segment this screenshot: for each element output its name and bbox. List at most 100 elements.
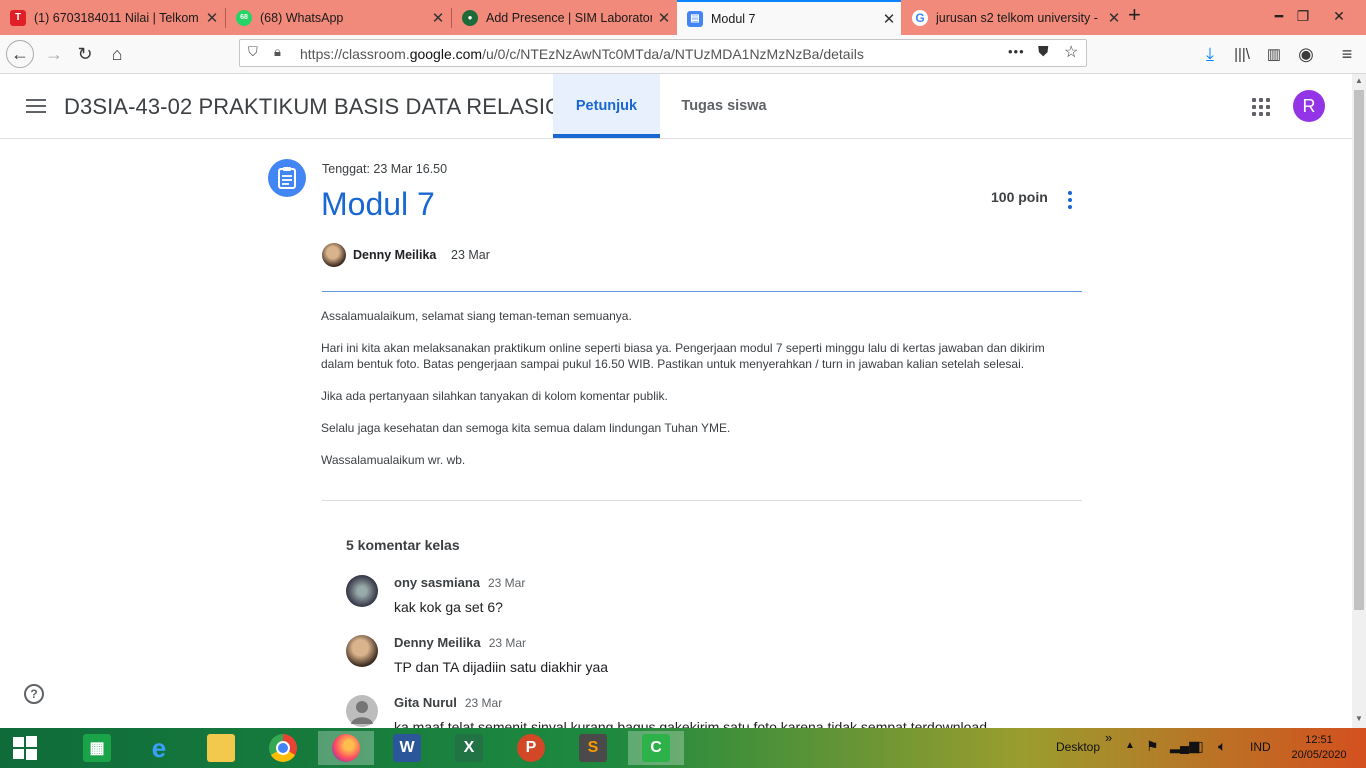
taskbar-firefox[interactable] [318, 731, 374, 765]
comment-text: TP dan TA dijadiin satu diakhir yaa [394, 659, 609, 675]
comment-text: kak kok ga set 6? [394, 599, 503, 615]
tab-instructions[interactable]: Petunjuk [553, 74, 660, 138]
commenter-avatar [346, 635, 378, 667]
description-paragraph: Assalamualaikum, selamat siang teman-tem… [321, 309, 632, 323]
more-options-icon[interactable] [1062, 191, 1078, 212]
close-window-button[interactable]: ✕ [1316, 0, 1362, 35]
excel-icon: X [455, 734, 483, 762]
divider [322, 500, 1082, 501]
browser-tab-google-search[interactable]: G jurusan s2 telkom university - P ✕ [902, 0, 1126, 35]
browser-tab-presence[interactable]: ● Add Presence | SIM Laboratoriu ✕ [452, 0, 676, 35]
page-actions-button[interactable]: ••• [1008, 44, 1025, 59]
default-avatar-icon [346, 695, 378, 727]
close-tab-icon[interactable]: ✕ [1102, 9, 1126, 27]
toolbar-chevron-icon[interactable]: » [1105, 730, 1112, 745]
url-bar[interactable]: ⛉ 🔒︎ https://classroom.google.com/u/0/c/… [239, 39, 1087, 67]
back-button[interactable]: ← [6, 40, 34, 68]
url-text: https://classroom.google.com/u/0/c/NTEzN… [300, 46, 864, 62]
assignment-description: Assalamualaikum, selamat siang teman-tem… [321, 308, 1071, 484]
page-scrollbar[interactable]: ▲ ▼ [1352, 74, 1366, 728]
close-tab-icon[interactable]: ✕ [426, 9, 450, 27]
assignment-icon [268, 159, 306, 197]
browser-tab-whatsapp[interactable]: 68 (68) WhatsApp ✕ [226, 0, 450, 35]
downloads-icon[interactable]: ⤓ [1196, 40, 1224, 68]
menu-icon[interactable]: ≡ [1333, 40, 1361, 68]
powerpoint-icon: P [517, 734, 545, 762]
taskbar-chrome[interactable] [258, 731, 308, 765]
author-avatar [322, 243, 346, 267]
divider [322, 291, 1082, 292]
commenter-name: Gita Nurul 23 Mar [394, 695, 503, 710]
volume-icon[interactable]: 🔈︎ [1218, 738, 1226, 755]
desktop-toolbar-label[interactable]: Desktop [1056, 740, 1100, 754]
forward-arrow-icon: → [45, 43, 63, 64]
tab-student-work[interactable]: Tugas siswa [672, 74, 776, 138]
firefox-icon [332, 734, 360, 762]
assignment-title: Modul 7 [321, 186, 435, 222]
pocket-icon[interactable]: ⛊ [1038, 43, 1049, 60]
tab-title: jurusan s2 telkom university - P [936, 10, 1102, 25]
due-date: Tenggat: 23 Mar 16.50 [322, 162, 448, 176]
system-clock[interactable]: 12:51 20/05/2020 [1284, 733, 1354, 763]
reload-icon: ↻ [77, 43, 93, 64]
comment-date: 23 Mar [488, 576, 526, 590]
taskbar-file-explorer[interactable] [196, 731, 246, 765]
description-paragraph: Jika ada pertanyaan silahkan tanyakan di… [321, 389, 668, 403]
google-favicon-icon: G [912, 9, 928, 26]
browser-tab-nilai[interactable]: T (1) 6703184011 Nilai | Telkom U ✕ [0, 0, 224, 35]
taskbar-word[interactable]: W [382, 731, 432, 765]
start-button[interactable] [0, 731, 50, 765]
taskbar-camtasia[interactable]: C [628, 731, 684, 765]
scroll-up-icon[interactable]: ▲ [1352, 76, 1366, 85]
browser-tab-modul7[interactable]: ▤ Modul 7 ✕ [677, 0, 901, 35]
description-paragraph: Hari ini kita akan melaksanakan praktiku… [321, 341, 1045, 371]
class-name[interactable]: D3SIA-43-02 PRAKTIKUM BASIS DATA RELASIO… [64, 94, 581, 120]
close-tab-icon[interactable]: ✕ [652, 9, 676, 27]
tab-title: (68) WhatsApp [260, 10, 344, 25]
account-icon[interactable]: ◉ [1292, 40, 1320, 68]
security-warning-icon[interactable]: ⚑ [1146, 738, 1159, 755]
class-comments-count[interactable]: 5 komentar kelas [346, 537, 460, 553]
scroll-down-icon[interactable]: ▼ [1352, 714, 1366, 723]
description-paragraph: Selalu jaga kesehatan dan semoga kita se… [321, 421, 731, 435]
camtasia-icon: C [642, 734, 670, 762]
clock-date: 20/05/2020 [1291, 749, 1347, 761]
reload-button[interactable]: ↻ [71, 40, 99, 68]
taskbar-internet-explorer[interactable]: e [134, 731, 184, 765]
taskbar-store[interactable]: ▦ [72, 731, 122, 765]
folder-icon [207, 734, 235, 762]
back-arrow-icon: ← [11, 43, 29, 64]
classroom-header: D3SIA-43-02 PRAKTIKUM BASIS DATA RELASIO… [0, 74, 1352, 139]
new-tab-button[interactable]: + [1128, 2, 1141, 28]
lock-icon[interactable]: 🔒︎ [274, 44, 281, 60]
bookmark-star-icon[interactable]: ☆ [1064, 42, 1078, 62]
scrollbar-thumb[interactable] [1354, 90, 1364, 610]
show-hidden-icons-icon[interactable]: ▲ [1125, 740, 1135, 751]
tracking-shield-icon[interactable]: ⛉ [248, 44, 258, 60]
sidebar-icon[interactable]: ▥ [1260, 40, 1288, 68]
close-tab-icon[interactable]: ✕ [877, 10, 901, 28]
comment-date: 23 Mar [488, 636, 527, 650]
internet-explorer-icon: e [151, 732, 167, 763]
input-language[interactable]: IND [1250, 740, 1271, 754]
library-icon[interactable]: |||\ [1228, 40, 1256, 68]
home-button[interactable]: ⌂ [103, 40, 131, 68]
forward-button[interactable]: → [40, 40, 68, 68]
whatsapp-favicon-icon: 68 [236, 9, 252, 26]
comment-date: 23 Mar [464, 696, 503, 710]
network-signal-icon[interactable]: ▂▄▆ [1170, 738, 1199, 754]
main-menu-icon[interactable] [26, 99, 46, 117]
user-avatar[interactable]: R [1293, 90, 1325, 122]
close-tab-icon[interactable]: ✕ [200, 9, 224, 27]
taskbar-powerpoint[interactable]: P [506, 731, 556, 765]
google-apps-icon[interactable] [1252, 98, 1270, 116]
tab-title: (1) 6703184011 Nilai | Telkom U [34, 10, 200, 25]
taskbar-sublime[interactable]: S [568, 731, 618, 765]
description-paragraph: Wassalamualaikum wr. wb. [321, 453, 466, 467]
post-date: 23 Mar [451, 248, 490, 262]
windows-logo-icon [13, 736, 37, 760]
home-icon: ⌂ [111, 43, 123, 64]
help-icon[interactable]: ? [24, 684, 44, 704]
battery-icon[interactable]: ▯ [1196, 738, 1204, 755]
taskbar-excel[interactable]: X [444, 731, 494, 765]
